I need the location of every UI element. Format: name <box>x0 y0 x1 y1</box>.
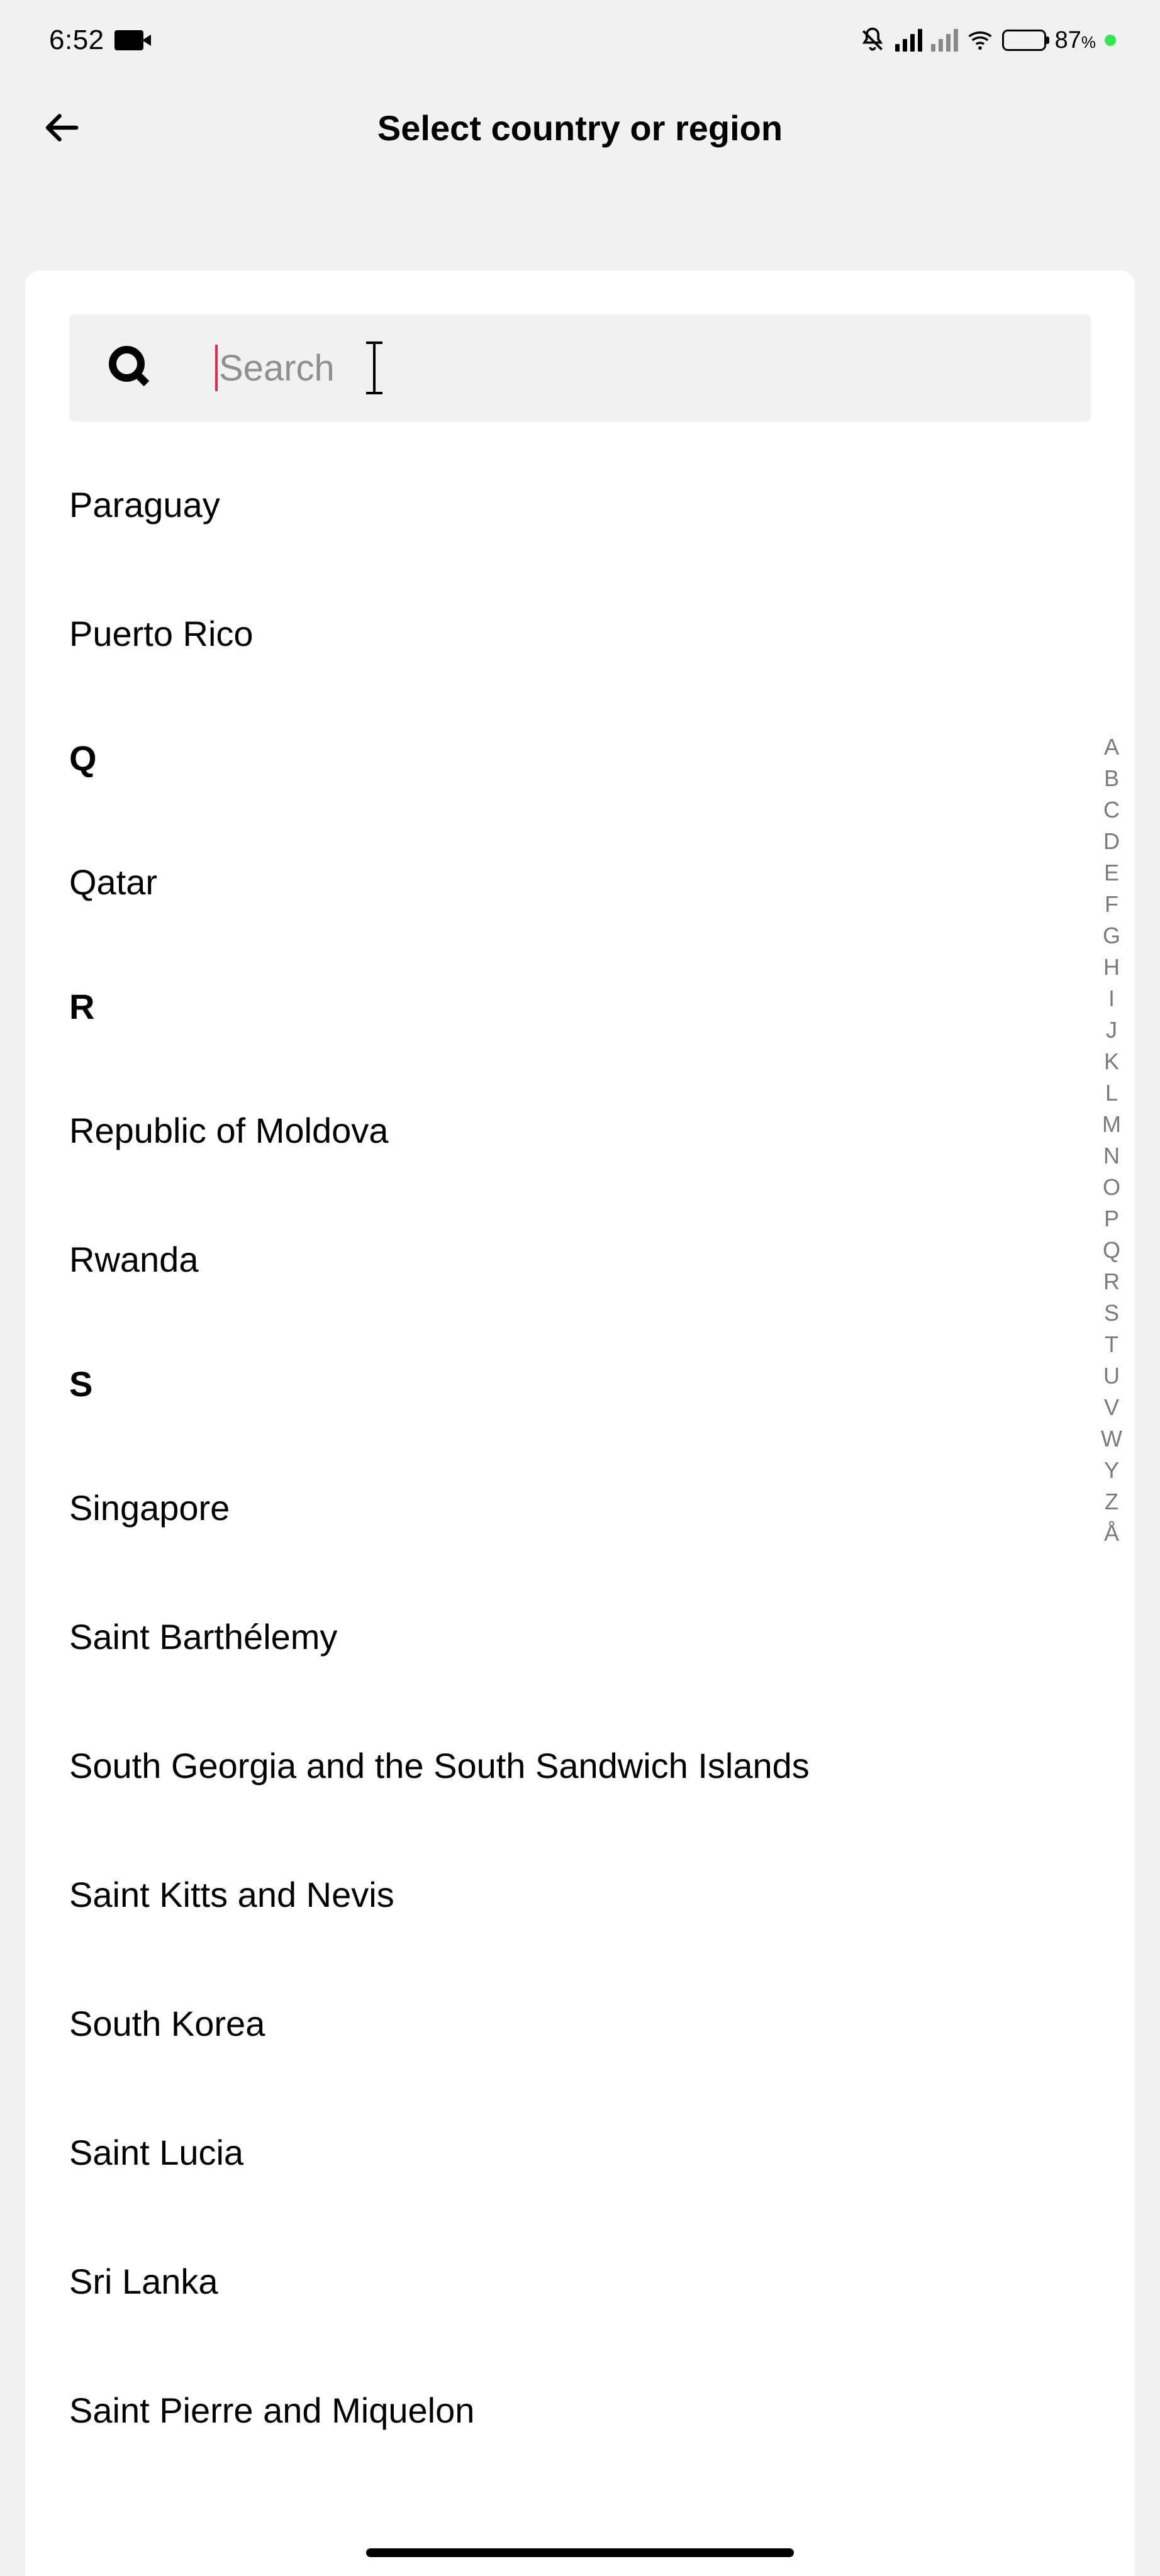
country-item[interactable]: South Korea <box>69 1959 1059 2088</box>
index-letter[interactable]: Y <box>1104 1459 1119 1482</box>
arrow-left-icon <box>43 108 83 148</box>
country-item[interactable]: Puerto Rico <box>69 569 1059 698</box>
index-letter[interactable]: B <box>1104 767 1119 790</box>
index-letter[interactable]: E <box>1104 862 1119 884</box>
index-letter[interactable]: I <box>1108 987 1115 1010</box>
search-placeholder: Search <box>219 347 335 389</box>
section-header: S <box>69 1324 1059 1443</box>
index-letter[interactable]: H <box>1103 956 1120 979</box>
country-item[interactable]: Singapore <box>69 1443 1059 1572</box>
country-item[interactable]: Paraguay <box>69 440 1059 569</box>
app-header: Select country or region <box>0 80 1160 175</box>
i-beam-cursor-icon <box>372 341 376 394</box>
country-item[interactable]: Saint Pierre and Miquelon <box>69 2346 1059 2475</box>
search-icon <box>107 344 152 392</box>
battery-percentage: 87% <box>1055 27 1096 54</box>
index-letter[interactable]: G <box>1103 924 1120 947</box>
content-card: Search ParaguayPuerto RicoQQatarRRepubli… <box>25 270 1135 2576</box>
index-letter[interactable]: P <box>1104 1208 1119 1230</box>
country-item[interactable]: Saint Kitts and Nevis <box>69 1830 1059 1959</box>
search-input[interactable]: Search <box>69 314 1091 421</box>
status-bar: 6:52 87% <box>0 0 1160 80</box>
home-indicator[interactable] <box>366 2548 794 2557</box>
signal-strength-2-icon <box>931 29 958 52</box>
index-letter[interactable]: Z <box>1105 1491 1118 1513</box>
country-item[interactable]: Qatar <box>69 818 1059 947</box>
status-left: 6:52 <box>49 25 143 56</box>
index-letter[interactable]: R <box>1103 1270 1120 1293</box>
country-list[interactable]: ParaguayPuerto RicoQQatarRRepublic of Mo… <box>25 440 1135 2475</box>
video-record-icon <box>114 30 143 50</box>
index-letter[interactable]: J <box>1106 1019 1117 1041</box>
index-letter[interactable]: Å <box>1104 1522 1119 1545</box>
country-item[interactable]: South Georgia and the South Sandwich Isl… <box>69 1701 1059 1830</box>
bell-mute-icon <box>859 26 886 54</box>
search-input-content[interactable]: Search <box>215 341 1053 394</box>
text-caret-icon <box>215 345 218 391</box>
index-letter[interactable]: T <box>1105 1333 1118 1356</box>
country-item[interactable]: Rwanda <box>69 1195 1059 1324</box>
alphabet-index[interactable]: ABCDEFGHIJKLMNOPQRSTUVWYZÅ <box>1101 736 1122 1545</box>
index-letter[interactable]: Q <box>1103 1239 1120 1262</box>
country-item[interactable]: Sri Lanka <box>69 2217 1059 2346</box>
index-letter[interactable]: C <box>1103 799 1120 821</box>
status-right: 87% <box>859 26 1116 54</box>
index-letter[interactable]: V <box>1104 1396 1119 1419</box>
index-letter[interactable]: S <box>1104 1302 1119 1324</box>
index-letter[interactable]: D <box>1103 830 1120 853</box>
page-title: Select country or region <box>0 108 1160 148</box>
signal-strength-1-icon <box>895 29 922 52</box>
index-letter[interactable]: U <box>1103 1365 1120 1387</box>
battery-icon <box>1002 30 1046 51</box>
index-letter[interactable]: A <box>1104 736 1119 758</box>
status-time: 6:52 <box>49 25 104 56</box>
index-letter[interactable]: M <box>1102 1113 1121 1136</box>
section-header: Q <box>69 698 1059 818</box>
country-item[interactable]: Republic of Moldova <box>69 1066 1059 1195</box>
wifi-icon <box>967 27 993 53</box>
country-item[interactable]: Saint Barthélemy <box>69 1572 1059 1701</box>
back-button[interactable] <box>38 103 88 153</box>
index-letter[interactable]: F <box>1105 893 1118 916</box>
index-letter[interactable]: K <box>1104 1050 1119 1073</box>
index-letter[interactable]: O <box>1103 1176 1120 1199</box>
index-letter[interactable]: W <box>1101 1428 1122 1450</box>
privacy-indicator-dot-icon <box>1105 35 1116 46</box>
country-item[interactable]: Saint Lucia <box>69 2088 1059 2217</box>
section-header: R <box>69 947 1059 1066</box>
index-letter[interactable]: N <box>1103 1145 1120 1167</box>
index-letter[interactable]: L <box>1105 1082 1118 1104</box>
